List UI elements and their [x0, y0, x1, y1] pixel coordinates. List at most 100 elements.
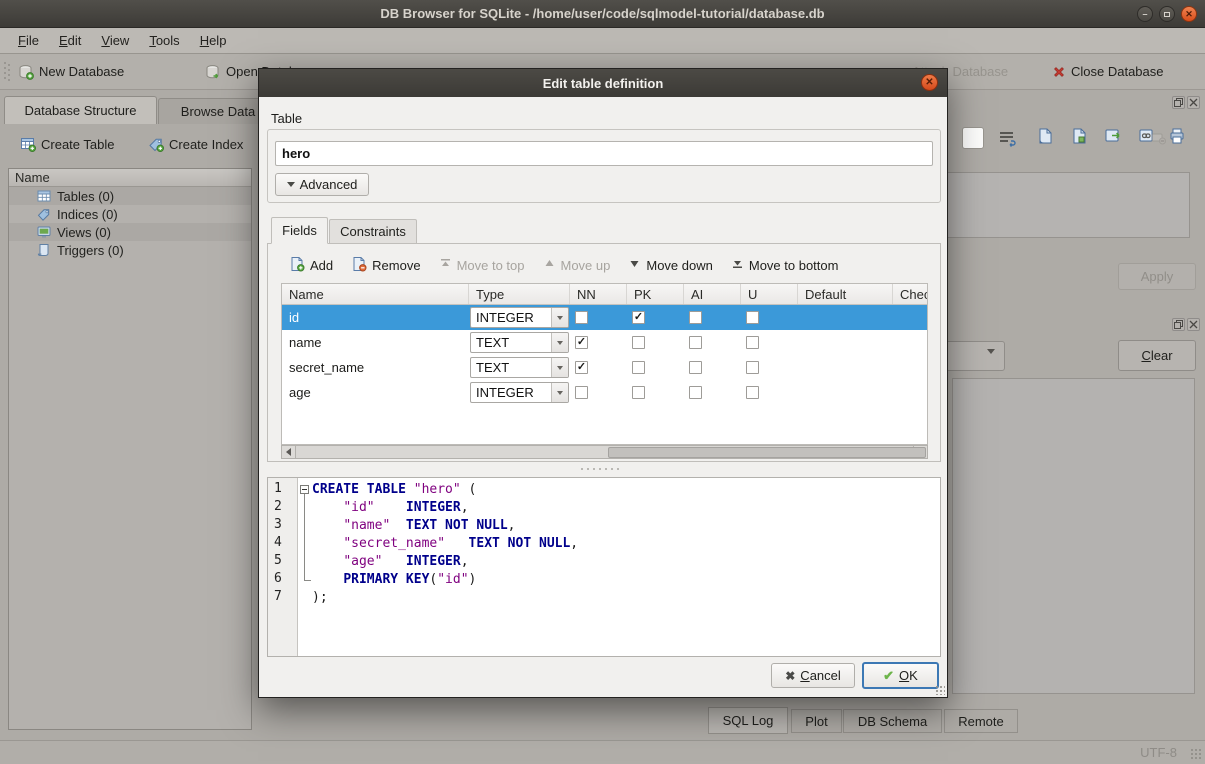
chevron-down-icon[interactable]: [551, 358, 568, 377]
tab-fields[interactable]: Fields: [271, 217, 328, 244]
close-button-icon[interactable]: ✕: [1181, 6, 1197, 22]
ai-checkbox[interactable]: [689, 386, 702, 399]
chevron-down-icon[interactable]: [551, 308, 568, 327]
print-icon[interactable]: [1168, 127, 1186, 145]
column-header-pk[interactable]: PK: [627, 284, 684, 304]
column-header-type[interactable]: Type: [469, 284, 570, 304]
schema-tree-header[interactable]: Name: [9, 169, 251, 187]
field-row-name[interactable]: nameTEXT ✓: [282, 330, 927, 355]
tab-constraints[interactable]: Constraints: [329, 219, 417, 244]
column-header-default[interactable]: Default: [798, 284, 893, 304]
tree-item-indices[interactable]: Indices (0): [9, 205, 251, 223]
bottom-tab-remote[interactable]: Remote: [944, 709, 1018, 733]
field-row-secret_name[interactable]: secret_nameTEXT ✓: [282, 355, 927, 380]
move-to-bottom-button[interactable]: Move to bottom: [731, 257, 839, 273]
type-dropdown[interactable]: TEXT: [470, 357, 569, 378]
nn-checkbox[interactable]: [575, 386, 588, 399]
dialog-splitter[interactable]: [579, 467, 621, 471]
scroll-track[interactable]: [296, 446, 913, 458]
dock2-float-icon[interactable]: [1172, 318, 1185, 331]
close-database-button[interactable]: Close Database: [1052, 54, 1164, 89]
nn-checkbox[interactable]: [575, 311, 588, 324]
dock2-close-icon[interactable]: [1187, 318, 1200, 331]
type-dropdown[interactable]: INTEGER: [470, 382, 569, 403]
field-name-cell[interactable]: secret_name: [282, 360, 469, 375]
fold-collapse-icon[interactable]: [300, 485, 309, 494]
menu-view[interactable]: View: [91, 28, 139, 54]
sql-log-area[interactable]: [952, 378, 1195, 694]
type-dropdown[interactable]: TEXT: [470, 332, 569, 353]
pk-checkbox[interactable]: [632, 386, 645, 399]
create-table-button[interactable]: Create Table: [20, 136, 114, 152]
bottom-tab-sql-log[interactable]: SQL Log: [708, 707, 788, 734]
field-row-id[interactable]: idINTEGER ✓: [282, 305, 927, 330]
dock-float-icon[interactable]: [1172, 96, 1185, 109]
word-wrap-icon[interactable]: [998, 129, 1016, 147]
u-checkbox[interactable]: [746, 336, 759, 349]
ok-button[interactable]: ✔ OK: [862, 662, 939, 689]
toolbar-grip[interactable]: [4, 62, 10, 82]
ai-checkbox[interactable]: [689, 311, 702, 324]
export-icon[interactable]: [1104, 127, 1122, 145]
cancel-button[interactable]: ✖ Cancel: [771, 663, 855, 688]
dialog-resize-grip[interactable]: [935, 685, 945, 695]
clear-log-button[interactable]: Clear: [1118, 340, 1196, 371]
save-cell-icon[interactable]: [1070, 127, 1088, 145]
field-row-age[interactable]: ageINTEGER: [282, 380, 927, 405]
fields-hscrollbar[interactable]: [281, 445, 928, 459]
pk-checkbox[interactable]: ✓: [632, 311, 645, 324]
column-header-name[interactable]: Name: [282, 284, 469, 304]
table-name-input[interactable]: hero: [275, 141, 933, 166]
menu-tools[interactable]: Tools: [139, 28, 189, 54]
u-checkbox[interactable]: [746, 386, 759, 399]
field-name-cell[interactable]: name: [282, 335, 469, 350]
ai-checkbox[interactable]: [689, 336, 702, 349]
dialog-titlebar[interactable]: Edit table definition ✕: [259, 69, 947, 97]
tree-item-tables[interactable]: Tables (0): [9, 187, 251, 205]
minimize-button-icon[interactable]: –: [1137, 6, 1153, 22]
nn-checkbox[interactable]: ✓: [575, 361, 588, 374]
dialog-close-icon[interactable]: ✕: [921, 74, 938, 91]
pk-checkbox[interactable]: [632, 336, 645, 349]
window-resize-grip[interactable]: [1190, 748, 1202, 760]
column-header-check[interactable]: Check: [893, 284, 928, 304]
advanced-button[interactable]: Advanced: [275, 173, 369, 196]
sql-preview-editor[interactable]: 1CREATE TABLE "hero" (2 "id" INTEGER,3 "…: [267, 477, 941, 657]
scroll-left-icon[interactable]: [282, 446, 296, 458]
ai-checkbox[interactable]: [689, 361, 702, 374]
cell-editor-area[interactable]: [946, 172, 1190, 238]
field-name-cell[interactable]: id: [282, 310, 469, 325]
tree-item-views[interactable]: Views (0): [9, 223, 251, 241]
bottom-tab-db-schema[interactable]: DB Schema: [843, 709, 942, 733]
menu-help[interactable]: Help: [190, 28, 237, 54]
new-database-button[interactable]: New Database: [18, 54, 124, 89]
cell-mode-button[interactable]: [962, 127, 984, 149]
remove-button[interactable]: Remove: [351, 256, 420, 275]
tab-database-structure[interactable]: Database Structure: [4, 96, 157, 124]
field-name-cell[interactable]: age: [282, 385, 469, 400]
scroll-thumb[interactable]: [608, 447, 926, 458]
tree-item-triggers[interactable]: Triggers (0): [9, 241, 251, 259]
add-button[interactable]: Add: [289, 256, 333, 275]
menu-file[interactable]: File: [8, 28, 49, 54]
chevron-down-icon[interactable]: [551, 333, 568, 352]
chevron-down-icon[interactable]: [551, 383, 568, 402]
move-down-button[interactable]: Move down: [628, 257, 712, 273]
import-icon[interactable]: [1036, 127, 1054, 145]
sql-code: "id" INTEGER,: [312, 499, 469, 517]
column-header-ai[interactable]: AI: [684, 284, 741, 304]
fold-marker[interactable]: [298, 481, 312, 499]
type-dropdown[interactable]: INTEGER: [470, 307, 569, 328]
u-checkbox[interactable]: [746, 361, 759, 374]
pk-checkbox[interactable]: [632, 361, 645, 374]
maximize-button-icon[interactable]: [1159, 6, 1175, 22]
create-index-button[interactable]: Create Index: [148, 136, 243, 152]
menu-edit[interactable]: Edit: [49, 28, 91, 54]
u-checkbox[interactable]: [746, 311, 759, 324]
column-header-u[interactable]: U: [741, 284, 798, 304]
sql-code: "secret_name" TEXT NOT NULL,: [312, 535, 578, 553]
column-header-nn[interactable]: NN: [570, 284, 627, 304]
nn-checkbox[interactable]: ✓: [575, 336, 588, 349]
dock-close-icon[interactable]: [1187, 96, 1200, 109]
bottom-tab-plot[interactable]: Plot: [791, 709, 842, 733]
